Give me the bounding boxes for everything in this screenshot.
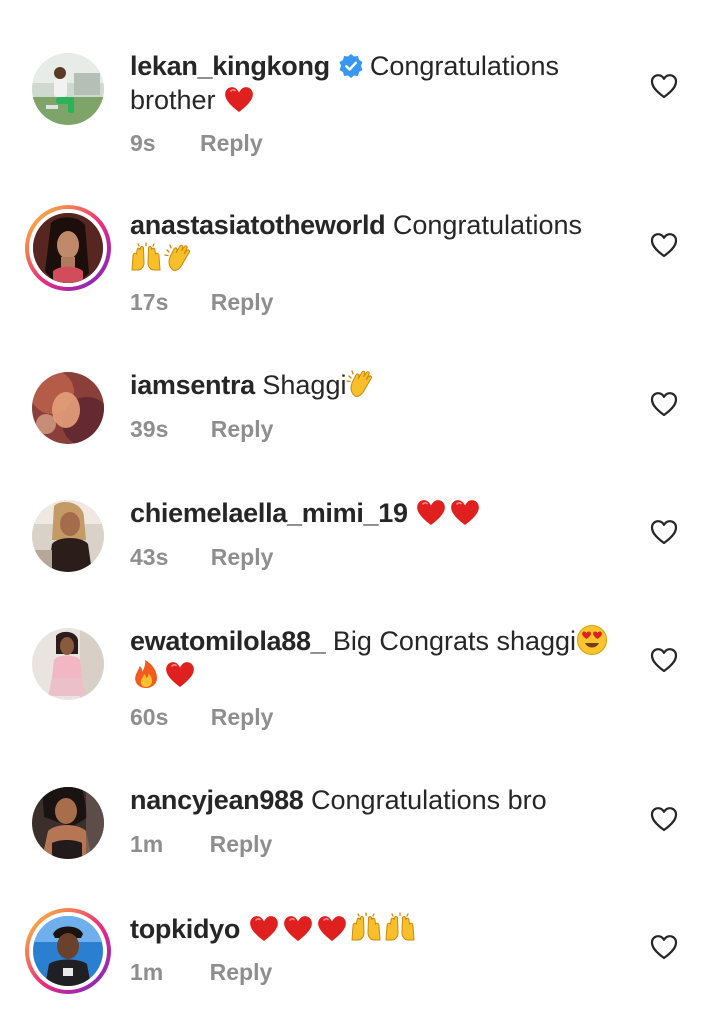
avatar-photo <box>32 372 104 444</box>
comment-username[interactable]: nancyjean988 <box>130 785 304 815</box>
like-heart-icon[interactable] <box>650 806 678 832</box>
comment-text-block: ewatomilola88_ Big Congrats shaggi <box>130 624 630 692</box>
comment-text-block: lekan_kingkong Congratulations brother <box>130 50 630 117</box>
reply-button[interactable]: Reply <box>211 544 274 571</box>
clapping-hands-emoji-icon <box>164 242 196 274</box>
comment-username[interactable]: topkidyo <box>130 914 240 944</box>
heart-eyes-emoji-icon <box>576 624 608 656</box>
like-heart-icon[interactable] <box>650 232 678 258</box>
comment-meta: 9s Reply <box>130 130 263 157</box>
comment-text-block: topkidyo <box>130 912 630 946</box>
comment-timestamp: 43s <box>130 544 169 570</box>
avatar-photo <box>33 916 103 986</box>
comment-username[interactable]: anastasiatotheworld <box>130 210 386 240</box>
comment-text-block: anastasiatotheworld Congratulations <box>130 209 630 276</box>
comment-timestamp: 9s <box>130 130 156 156</box>
comment-body: Congratulations bro <box>311 785 547 815</box>
reply-button[interactable]: Reply <box>211 289 274 316</box>
reply-button[interactable]: Reply <box>210 831 273 858</box>
comment-meta: 60s Reply <box>130 704 273 731</box>
heart-emoji-icon <box>223 83 255 115</box>
comment-username[interactable]: iamsentra <box>130 370 255 400</box>
comment-timestamp: 39s <box>130 416 169 442</box>
clapping-hands-emoji-icon <box>346 368 378 400</box>
avatar[interactable] <box>32 787 104 859</box>
heart-emoji-icon <box>449 496 481 528</box>
verified-badge-icon <box>339 54 363 78</box>
comment-timestamp: 1m <box>130 959 164 985</box>
comment-timestamp: 60s <box>130 704 169 730</box>
raising-hands-emoji-icon <box>130 242 162 274</box>
avatar-photo <box>32 53 104 125</box>
comment-meta: 39s Reply <box>130 416 273 443</box>
avatar-photo <box>32 628 104 700</box>
avatar-photo <box>33 213 103 283</box>
avatar-photo <box>32 500 104 572</box>
like-heart-icon[interactable] <box>650 647 678 673</box>
avatar[interactable] <box>25 205 111 291</box>
raising-hands-emoji-icon <box>384 912 416 944</box>
comment-timestamp: 1m <box>130 831 164 857</box>
comment-text-block: chiemelaella_mimi_19 <box>130 496 630 530</box>
heart-emoji-icon <box>415 496 447 528</box>
like-heart-icon[interactable] <box>650 934 678 960</box>
comment-meta: 43s Reply <box>130 544 273 571</box>
comment-meta: 1m Reply <box>130 959 272 986</box>
raising-hands-emoji-icon <box>350 912 382 944</box>
reply-button[interactable]: Reply <box>200 130 263 157</box>
like-heart-icon[interactable] <box>650 73 678 99</box>
avatar[interactable] <box>25 908 111 994</box>
comment-text-block: nancyjean988 Congratulations bro <box>130 784 630 817</box>
comment-username[interactable]: lekan_kingkong <box>130 51 330 81</box>
heart-emoji-icon <box>164 658 196 690</box>
comment-text-block: iamsentra Shaggi <box>130 368 630 402</box>
reply-button[interactable]: Reply <box>211 416 274 443</box>
comment-body: Congratulations <box>392 210 583 240</box>
avatar[interactable] <box>32 53 104 125</box>
reply-button[interactable]: Reply <box>211 704 274 731</box>
comment-body: Shaggi <box>262 370 347 400</box>
avatar[interactable] <box>32 372 104 444</box>
comment-body: Big Congrats shaggi <box>332 626 577 656</box>
avatar[interactable] <box>32 500 104 572</box>
comment-username[interactable]: ewatomilola88_ <box>130 626 326 656</box>
heart-emoji-icon <box>316 912 348 944</box>
comment-meta: 17s Reply <box>130 289 273 316</box>
reply-button[interactable]: Reply <box>210 959 273 986</box>
heart-emoji-icon <box>282 912 314 944</box>
comment-username[interactable]: chiemelaella_mimi_19 <box>130 498 408 528</box>
avatar[interactable] <box>32 628 104 700</box>
fire-emoji-icon <box>130 658 162 690</box>
like-heart-icon[interactable] <box>650 519 678 545</box>
like-heart-icon[interactable] <box>650 391 678 417</box>
avatar-photo <box>32 787 104 859</box>
comment-timestamp: 17s <box>130 289 169 315</box>
heart-emoji-icon <box>248 912 280 944</box>
comment-meta: 1m Reply <box>130 831 272 858</box>
